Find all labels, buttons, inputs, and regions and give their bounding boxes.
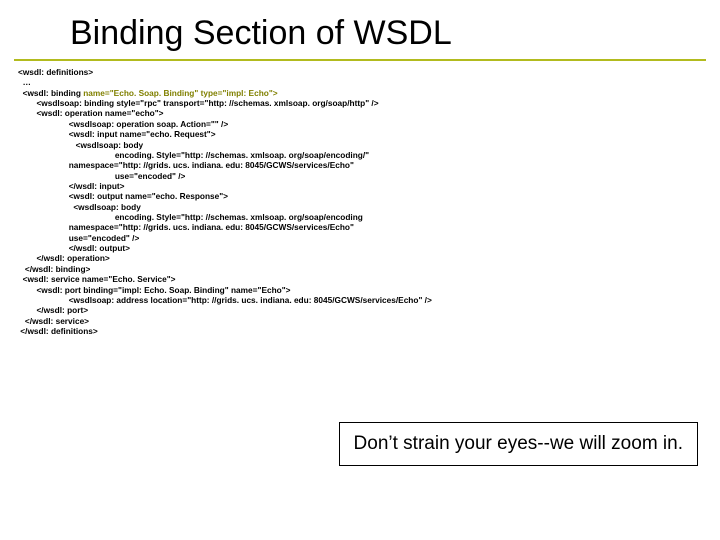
code-line: <wsdl: definitions> <box>18 67 93 77</box>
code-line: <wsdlsoap: operation soap. Action="" /> <box>18 119 228 129</box>
code-line: </wsdl: input> <box>18 181 125 191</box>
code-line: <wsdl: input name="echo. Request"> <box>18 129 216 139</box>
code-line: <wsdl: port binding="impl: Echo. Soap. B… <box>18 285 291 295</box>
code-line: use="encoded" /> <box>18 233 139 243</box>
code-line: <wsdlsoap: body <box>18 202 141 212</box>
code-line-highlight: name="Echo. Soap. Binding" type="impl: E… <box>83 88 277 98</box>
slide-title: Binding Section of WSDL <box>14 0 706 61</box>
code-line: </wsdl: port> <box>18 305 88 315</box>
code-line: <wsdl: service name="Echo. Service"> <box>18 274 176 284</box>
code-line: </wsdl: definitions> <box>18 326 98 336</box>
code-line: <wsdlsoap: body <box>18 140 143 150</box>
code-line: <wsdl: operation name="echo"> <box>18 108 164 118</box>
code-line: namespace="http: //grids. ucs. indiana. … <box>18 222 354 232</box>
caption-text: Don’t strain your eyes--we will zoom in. <box>354 433 683 454</box>
code-line: </wsdl: service> <box>18 316 89 326</box>
code-line: <wsdl: binding <box>18 88 83 98</box>
code-line: use="encoded" /> <box>18 171 185 181</box>
code-line: encoding. Style="http: //schemas. xmlsoa… <box>18 212 363 222</box>
code-line: … <box>18 77 31 87</box>
code-line: <wsdlsoap: address location="http: //gri… <box>18 295 432 305</box>
code-line: </wsdl: operation> <box>18 253 110 263</box>
code-line: <wsdlsoap: binding style="rpc" transport… <box>18 98 379 108</box>
wsdl-code-block: <wsdl: definitions> … <wsdl: binding nam… <box>0 61 720 336</box>
code-line: encoding. Style="http: //schemas. xmlsoa… <box>18 150 369 160</box>
code-line: <wsdl: output name="echo. Response"> <box>18 191 228 201</box>
code-line: namespace="http: //grids. ucs. indiana. … <box>18 160 354 170</box>
caption-box: Don’t strain your eyes--we will zoom in. <box>339 422 698 466</box>
code-line: </wsdl: binding> <box>18 264 90 274</box>
code-line: </wsdl: output> <box>18 243 130 253</box>
